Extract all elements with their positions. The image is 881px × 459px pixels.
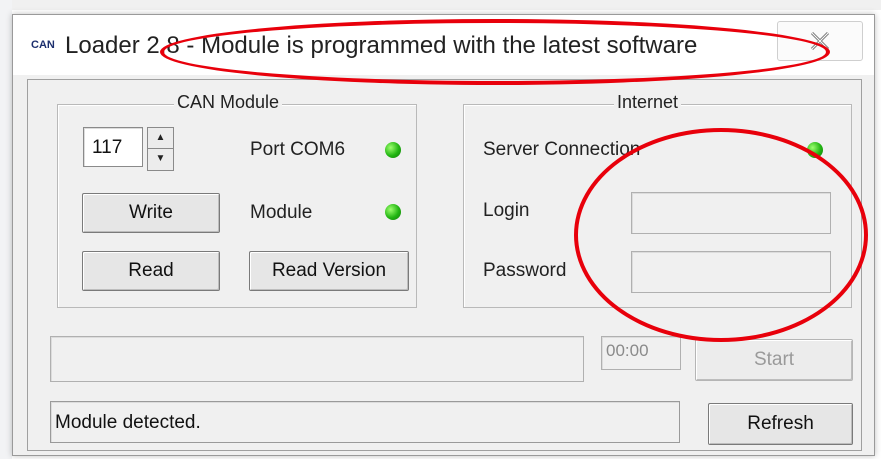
status-box: Module detected.	[50, 401, 680, 443]
password-label: Password	[483, 260, 567, 281]
loader-window: CAN Loader 2.8 - Module is programmed wi…	[12, 14, 875, 456]
server-connection-label: Server Connection	[483, 139, 641, 160]
port-label: Port COM6	[250, 139, 346, 160]
module-number-value: 117	[92, 137, 123, 158]
background-strip	[0, 0, 881, 10]
title-bar: CAN Loader 2.8 - Module is programmed wi…	[13, 15, 874, 75]
port-status-led-icon	[385, 142, 401, 158]
module-number-input[interactable]: 117	[83, 127, 143, 167]
window-title: Loader 2.8 - Module is programmed with t…	[65, 32, 698, 59]
start-button[interactable]: Start	[695, 339, 853, 381]
elapsed-time-value: 00:00	[606, 341, 649, 360]
close-icon	[810, 31, 830, 51]
app-icon: CAN	[31, 39, 55, 51]
background-column	[0, 0, 12, 459]
write-button[interactable]: Write	[82, 193, 220, 233]
elapsed-time: 00:00	[601, 336, 681, 370]
progress-bar	[50, 336, 584, 382]
login-label: Login	[483, 200, 530, 221]
can-module-group: CAN Module 117 ▲ ▼ Port COM6 Write Modul…	[57, 92, 417, 308]
close-button[interactable]	[777, 21, 863, 61]
read-button[interactable]: Read	[82, 251, 220, 291]
spin-down-icon[interactable]: ▼	[148, 149, 173, 169]
module-number-spinner[interactable]: ▲ ▼	[147, 127, 174, 171]
status-text: Module detected.	[55, 412, 201, 433]
server-status-led-icon	[807, 142, 823, 158]
spin-up-icon[interactable]: ▲	[148, 128, 173, 149]
module-status-led-icon	[385, 204, 401, 220]
read-version-button[interactable]: Read Version	[249, 251, 409, 291]
internet-group: Internet Server Connection Login Passwor…	[463, 92, 852, 308]
login-field[interactable]	[631, 192, 831, 234]
password-field[interactable]	[631, 251, 831, 293]
refresh-button[interactable]: Refresh	[708, 403, 853, 445]
main-panel: CAN Module 117 ▲ ▼ Port COM6 Write Modul…	[27, 79, 862, 451]
module-label: Module	[250, 202, 313, 223]
can-module-legend: CAN Module	[174, 92, 283, 113]
internet-legend: Internet	[614, 92, 682, 113]
